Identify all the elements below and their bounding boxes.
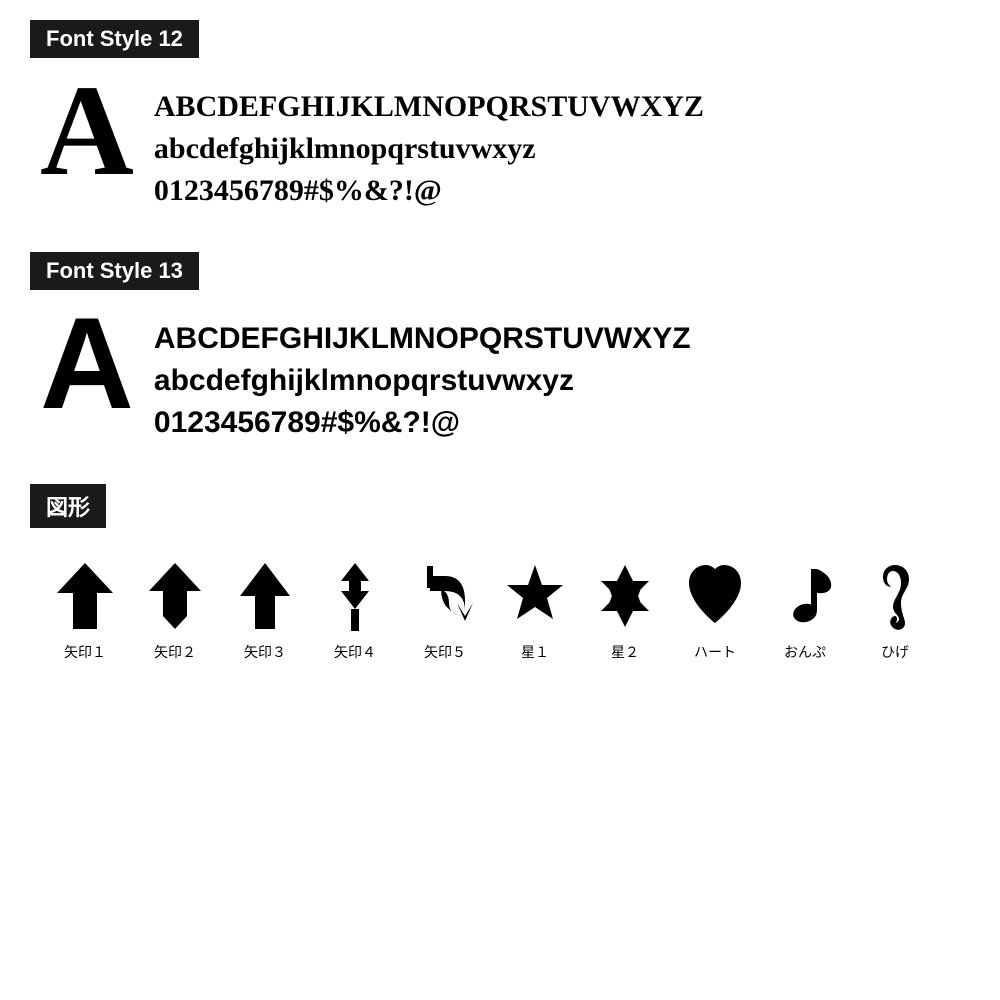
note-label: おんぷ (784, 642, 826, 662)
font-style-13-label: Font Style 13 (30, 252, 199, 290)
heart-icon (680, 556, 750, 636)
arrow5-svg (415, 561, 475, 631)
shape-arrow2: 矢印２ (130, 556, 220, 662)
arrow4-svg (325, 561, 385, 631)
arrow1-svg (55, 561, 115, 631)
arrow4-label: 矢印４ (334, 642, 376, 662)
shapes-grid: 矢印１ 矢印２ 矢印３ (30, 546, 970, 662)
arrow4-icon (320, 556, 390, 636)
arrow1-icon (50, 556, 120, 636)
shape-star1: 星１ (490, 556, 580, 662)
page-container: Font Style 12 A ABCDEFGHIJKLMNOPQRSTUVWX… (0, 0, 1000, 682)
font-12-chars: ABCDEFGHIJKLMNOPQRSTUVWXYZ abcdefghijklm… (154, 76, 704, 212)
star1-svg (505, 561, 565, 631)
shape-arrow5: 矢印５ (400, 556, 490, 662)
mustache-icon (860, 556, 930, 636)
mustache-label: ひげ (881, 642, 909, 662)
font-12-demo: A ABCDEFGHIJKLMNOPQRSTUVWXYZ abcdefghijk… (30, 76, 970, 212)
shape-mustache: ひげ (850, 556, 940, 662)
arrow3-label: 矢印３ (244, 642, 286, 662)
font-style-13-section: Font Style 13 A ABCDEFGHIJKLMNOPQRSTUVWX… (30, 252, 970, 444)
font-13-numbers: 0123456789#$%&?!@ (154, 402, 691, 444)
arrow3-svg (235, 561, 295, 631)
arrow2-label: 矢印２ (154, 642, 196, 662)
shape-note: おんぷ (760, 556, 850, 662)
heart-svg (685, 561, 745, 631)
arrow1-label: 矢印１ (64, 642, 106, 662)
font-12-big-letter: A (40, 66, 134, 196)
star1-label: 星１ (521, 642, 549, 662)
heart-label: ハート (694, 642, 736, 662)
shapes-section: 図形 矢印１ 矢印２ (30, 484, 970, 662)
star2-label: 星２ (611, 642, 639, 662)
shape-arrow4: 矢印４ (310, 556, 400, 662)
arrow2-svg (145, 561, 205, 631)
font-style-12-label: Font Style 12 (30, 20, 199, 58)
shapes-label: 図形 (30, 484, 106, 528)
star2-svg (595, 561, 655, 631)
font-13-uppercase: ABCDEFGHIJKLMNOPQRSTUVWXYZ (154, 318, 691, 360)
shape-heart: ハート (670, 556, 760, 662)
arrow5-label: 矢印５ (424, 642, 466, 662)
font-12-lowercase: abcdefghijklmnopqrstuvwxyz (154, 128, 704, 170)
font-13-demo: A ABCDEFGHIJKLMNOPQRSTUVWXYZ abcdefghijk… (30, 308, 970, 444)
note-icon (770, 556, 840, 636)
mustache-svg (865, 561, 925, 631)
arrow2-icon (140, 556, 210, 636)
shape-arrow1: 矢印１ (40, 556, 130, 662)
font-13-lowercase: abcdefghijklmnopqrstuvwxyz (154, 360, 691, 402)
shape-star2: 星２ (580, 556, 670, 662)
font-13-big-letter: A (40, 298, 134, 428)
font-12-numbers: 0123456789#$%&?!@ (154, 170, 704, 212)
shape-arrow3: 矢印３ (220, 556, 310, 662)
star2-icon (590, 556, 660, 636)
star1-icon (500, 556, 570, 636)
note-svg (775, 561, 835, 631)
font-style-12-section: Font Style 12 A ABCDEFGHIJKLMNOPQRSTUVWX… (30, 20, 970, 212)
arrow3-icon (230, 556, 300, 636)
arrow5-icon (410, 556, 480, 636)
font-12-uppercase: ABCDEFGHIJKLMNOPQRSTUVWXYZ (154, 86, 704, 128)
font-13-chars: ABCDEFGHIJKLMNOPQRSTUVWXYZ abcdefghijklm… (154, 308, 691, 444)
